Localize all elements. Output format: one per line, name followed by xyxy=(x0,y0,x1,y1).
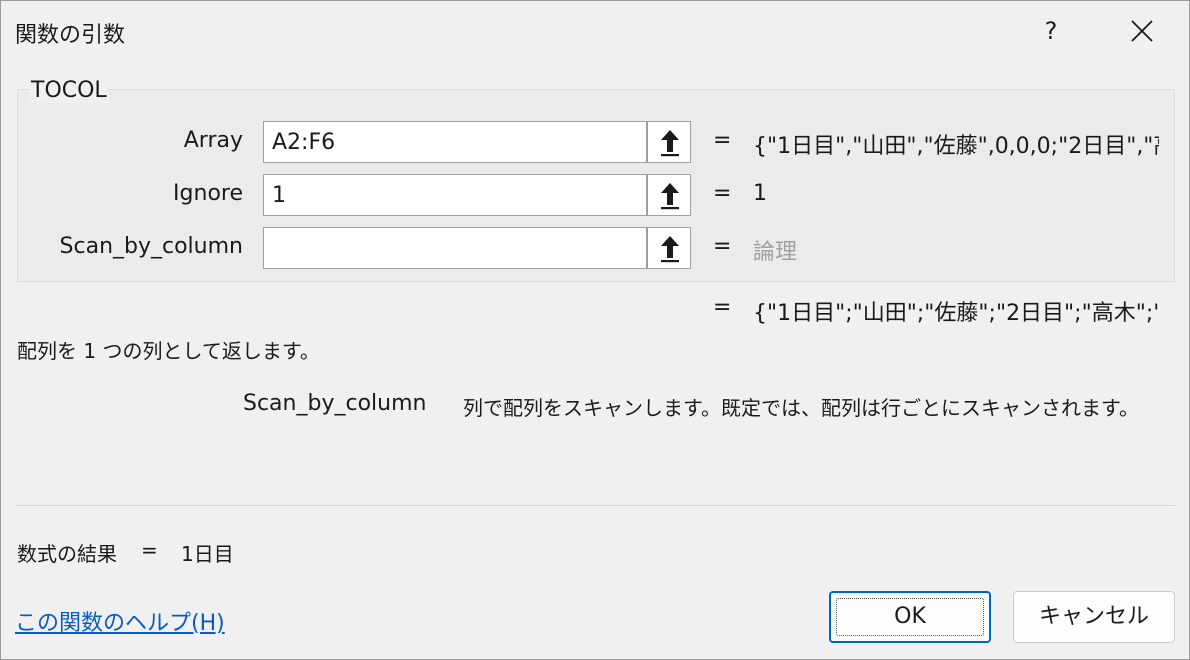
function-name: TOCOL xyxy=(29,78,109,103)
ignore-input[interactable]: 1 xyxy=(263,174,647,216)
scan-by-column-range-select-button[interactable] xyxy=(647,227,691,269)
ignore-equals: = xyxy=(713,181,732,206)
function-help-link[interactable]: この関数のヘルプ(H) xyxy=(15,605,225,637)
formula-result-equals: = xyxy=(141,538,158,562)
array-input[interactable]: A2:F6 xyxy=(263,121,647,163)
array-result: {"1日目","山田","佐藤",0,0,0;"2日目","高木","中村" xyxy=(753,134,1159,159)
scan-by-column-input[interactable] xyxy=(263,227,647,269)
collapse-dialog-icon xyxy=(661,183,679,210)
overall-equals: = xyxy=(713,295,732,320)
collapse-dialog-icon xyxy=(661,236,679,263)
divider xyxy=(15,505,1175,506)
array-equals: = xyxy=(713,128,732,153)
collapse-dialog-icon xyxy=(661,130,679,157)
scan-by-column-equals: = xyxy=(713,234,732,259)
array-range-select-button[interactable] xyxy=(647,121,691,163)
scan-by-column-type-hint: 論理 xyxy=(753,240,798,265)
help-button[interactable]: ? xyxy=(1031,11,1071,51)
formula-result-value: 1日目 xyxy=(181,542,234,566)
function-arguments-dialog: 関数の引数 ? TOCOL Array A2:F6 = {"1日目","山田",… xyxy=(0,0,1190,660)
title-bar: 関数の引数 ? xyxy=(1,1,1189,63)
ignore-result: 1 xyxy=(753,181,767,206)
cancel-button[interactable]: キャンセル xyxy=(1013,591,1175,643)
formula-result-label: 数式の結果 xyxy=(17,542,117,566)
function-description: 配列を 1 つの列として返します。 xyxy=(17,339,320,363)
ignore-range-select-button[interactable] xyxy=(647,174,691,216)
ok-button-label: OK xyxy=(894,604,926,629)
function-result-preview: {"1日目";"山田";"佐藤";"2日目";"高木";"中村" xyxy=(753,301,1159,326)
argument-help-name: Scan_by_column xyxy=(243,391,427,416)
ok-button[interactable]: OK xyxy=(829,591,991,643)
arg-label-array: Array xyxy=(183,128,243,153)
arg-label-scan-by-column: Scan_by_column xyxy=(59,234,243,259)
close-button[interactable] xyxy=(1119,11,1165,51)
arg-label-ignore: Ignore xyxy=(173,181,243,206)
close-icon xyxy=(1131,20,1153,42)
dialog-title: 関数の引数 xyxy=(15,23,126,48)
argument-help-text: 列で配列をスキャンします。既定では、配列は行ごとにスキャンされます。 xyxy=(463,396,1139,420)
